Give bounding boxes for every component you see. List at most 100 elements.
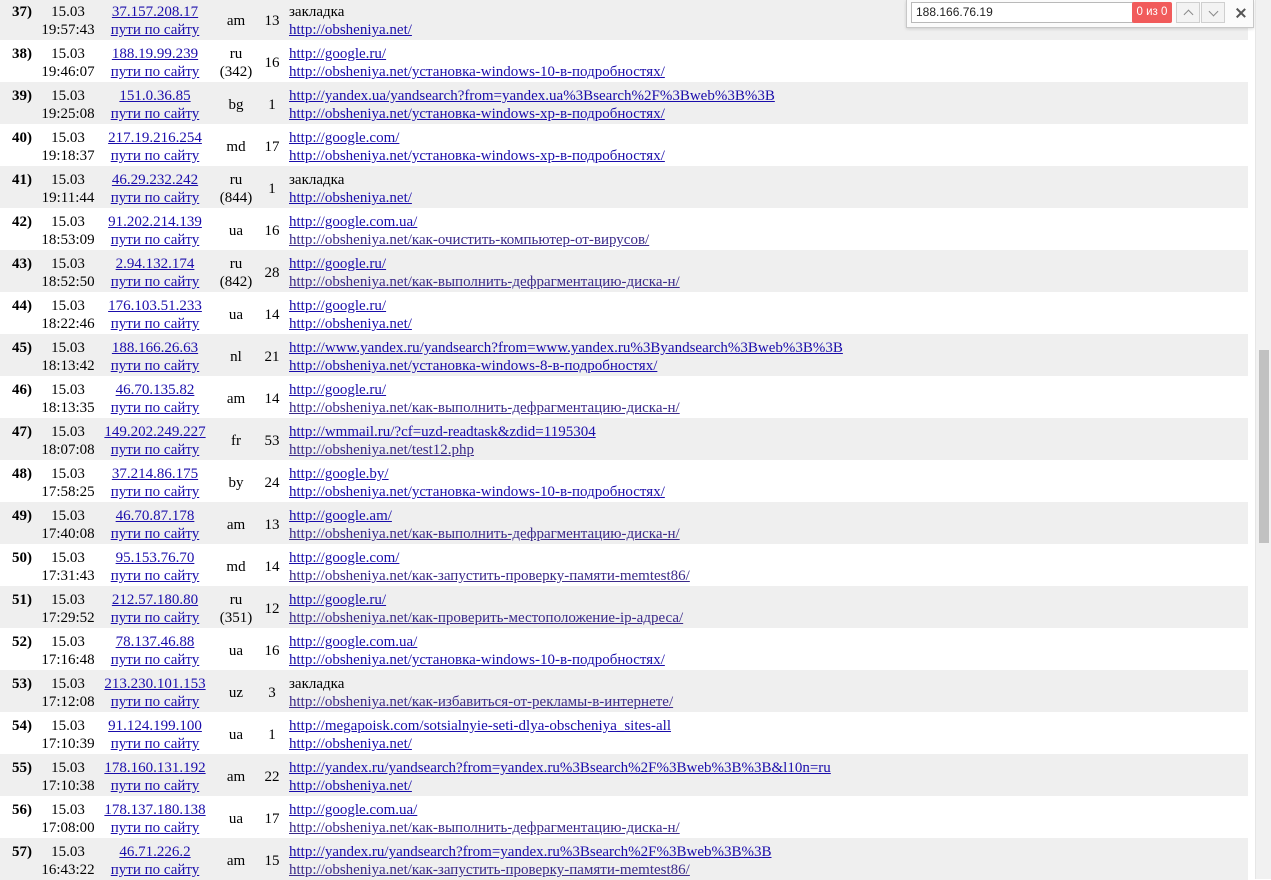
visitor-ip-link[interactable]: 46.29.232.242 [112, 172, 198, 188]
referrer-link[interactable]: http://google.com/ [289, 130, 399, 146]
site-paths-link[interactable]: пути по сайту [111, 568, 200, 584]
referrer-link[interactable]: http://google.am/ [289, 508, 392, 524]
landing-page-link[interactable]: http://obsheniya.net/ [289, 316, 412, 332]
find-previous-button[interactable] [1176, 2, 1200, 23]
table-row: 54) 15.03 17:10:39 91.124.199.100 пути п… [0, 712, 1248, 754]
vertical-scrollbar[interactable] [1255, 0, 1271, 879]
find-next-button[interactable] [1201, 2, 1225, 23]
landing-page-link[interactable]: http://obsheniya.net/ [289, 736, 412, 752]
site-paths-link[interactable]: пути по сайту [111, 106, 200, 122]
site-paths-link[interactable]: пути по сайту [111, 610, 200, 626]
visit-date: 15.03 [51, 382, 85, 398]
visitor-ip-link[interactable]: 46.70.87.178 [116, 508, 195, 524]
site-paths-link[interactable]: пути по сайту [111, 22, 200, 38]
referrer-link[interactable]: http://google.com.ua/ [289, 802, 417, 818]
site-paths-link[interactable]: пути по сайту [111, 694, 200, 710]
landing-page-link[interactable]: http://obsheniya.net/как-запустить-прове… [289, 862, 690, 878]
page-view-count: 1 [268, 181, 276, 197]
site-paths-link[interactable]: пути по сайту [111, 778, 200, 794]
referrer-link[interactable]: http://google.ru/ [289, 256, 386, 272]
site-paths-link[interactable]: пути по сайту [111, 484, 200, 500]
landing-page-link[interactable]: http://obsheniya.net/ [289, 190, 412, 206]
visitor-ip-link[interactable]: 149.202.249.227 [104, 424, 205, 440]
landing-page-link[interactable]: http://obsheniya.net/ [289, 778, 412, 794]
referrer-link[interactable]: http://google.ru/ [289, 46, 386, 62]
landing-page-link[interactable]: http://obsheniya.net/ [289, 22, 412, 38]
find-input[interactable]: 188.166.76.19 [911, 2, 1133, 23]
site-paths-link[interactable]: пути по сайту [111, 736, 200, 752]
country-code: md [226, 559, 246, 575]
landing-page-link[interactable]: http://obsheniya.net/установка-windows-1… [289, 64, 665, 80]
scrollbar-thumb[interactable] [1259, 350, 1269, 543]
landing-page-link[interactable]: http://obsheniya.net/как-выполнить-дефра… [289, 274, 680, 290]
referrer-link[interactable]: http://google.by/ [289, 466, 389, 482]
site-paths-link[interactable]: пути по сайту [111, 316, 200, 332]
visitor-ip-link[interactable]: 91.202.214.139 [108, 214, 202, 230]
site-paths-link[interactable]: пути по сайту [111, 190, 200, 206]
visitor-ip-link[interactable]: 212.57.180.80 [112, 592, 198, 608]
site-paths-link[interactable]: пути по сайту [111, 274, 200, 290]
referrer-link[interactable]: http://wmmail.ru/?cf=uzd-readtask&zdid=1… [289, 424, 596, 440]
site-paths-link[interactable]: пути по сайту [111, 442, 200, 458]
site-paths-link[interactable]: пути по сайту [111, 526, 200, 542]
visitor-ip-link[interactable]: 2.94.132.174 [116, 256, 195, 272]
site-paths-link[interactable]: пути по сайту [111, 400, 200, 416]
site-paths-link[interactable]: пути по сайту [111, 820, 200, 836]
visitor-ip-link[interactable]: 91.124.199.100 [108, 718, 202, 734]
visitor-ip-link[interactable]: 217.19.216.254 [108, 130, 202, 146]
referrer-link[interactable]: http://www.yandex.ru/yandsearch?from=www… [289, 340, 843, 356]
landing-page-link[interactable]: http://obsheniya.net/установка-windows-1… [289, 484, 665, 500]
visitor-ip-link[interactable]: 178.137.180.138 [104, 802, 205, 818]
visitor-ip-link[interactable]: 188.19.99.239 [112, 46, 198, 62]
visitor-ip-link[interactable]: 37.214.86.175 [112, 466, 198, 482]
visitor-ip-cell: 176.103.51.233 пути по сайту [99, 297, 211, 333]
find-close-button[interactable] [1229, 2, 1253, 23]
landing-page-link[interactable]: http://obsheniya.net/как-избавиться-от-р… [289, 694, 673, 710]
site-paths-link[interactable]: пути по сайту [111, 148, 200, 164]
site-paths-link[interactable]: пути по сайту [111, 358, 200, 374]
landing-page-link[interactable]: http://obsheniya.net/установка-windows-8… [289, 358, 657, 374]
country-code: uz [228, 685, 244, 701]
referrer-link[interactable]: http://google.com.ua/ [289, 214, 417, 230]
referrer-link[interactable]: http://google.com/ [289, 550, 399, 566]
referrer-link[interactable]: http://google.ru/ [289, 298, 386, 314]
visitor-ip-link[interactable]: 213.230.101.153 [104, 676, 205, 692]
referrer-link[interactable]: http://google.ru/ [289, 592, 386, 608]
site-paths-link[interactable]: пути по сайту [111, 64, 200, 80]
landing-page-link[interactable]: http://obsheniya.net/установка-windows-x… [289, 106, 665, 122]
visitor-ip-link[interactable]: 151.0.36.85 [119, 88, 190, 104]
referrer-link[interactable]: http://yandex.ua/yandsearch?from=yandex.… [289, 88, 775, 104]
visitor-ip-link[interactable]: 188.166.26.63 [112, 340, 198, 356]
visitor-ip-link[interactable]: 46.71.226.2 [119, 844, 190, 860]
visitor-ip-link[interactable]: 95.153.76.70 [116, 550, 195, 566]
landing-page-link[interactable]: http://obsheniya.net/как-запустить-прове… [289, 568, 690, 584]
landing-page-link[interactable]: http://obsheniya.net/установка-windows-x… [289, 148, 665, 164]
visitor-ip-link[interactable]: 78.137.46.88 [116, 634, 195, 650]
referrer-link[interactable]: http://google.ru/ [289, 382, 386, 398]
site-paths-link[interactable]: пути по сайту [111, 652, 200, 668]
referrer-link[interactable]: http://yandex.ru/yandsearch?from=yandex.… [289, 844, 772, 860]
landing-page-link[interactable]: http://obsheniya.net/установка-windows-1… [289, 652, 665, 668]
visitor-ip-link[interactable]: 176.103.51.233 [108, 298, 202, 314]
landing-page-link[interactable]: http://obsheniya.net/как-очистить-компью… [289, 232, 649, 248]
table-row: 51) 15.03 17:29:52 212.57.180.80 пути по… [0, 586, 1248, 628]
country-code: ua [228, 643, 244, 659]
country-cell: ru (844) [216, 171, 256, 207]
landing-page-link[interactable]: http://obsheniya.net/test12.php [289, 442, 474, 458]
row-number: 50) [12, 550, 32, 566]
visit-time: 16:43:22 [41, 862, 95, 878]
landing-page-link[interactable]: http://obsheniya.net/как-проверить-место… [289, 610, 683, 626]
site-paths-link[interactable]: пути по сайту [111, 862, 200, 878]
site-paths-link[interactable]: пути по сайту [111, 232, 200, 248]
country-code: by [228, 475, 244, 491]
referrer-link[interactable]: http://yandex.ru/yandsearch?from=yandex.… [289, 760, 831, 776]
landing-page-link[interactable]: http://obsheniya.net/как-выполнить-дефра… [289, 526, 680, 542]
visitor-ip-link[interactable]: 37.157.208.17 [112, 4, 198, 20]
referrer-link[interactable]: http://megapoisk.com/sotsialnyie-seti-dl… [289, 718, 671, 734]
referrer-link[interactable]: http://google.com.ua/ [289, 634, 417, 650]
visitor-ip-link[interactable]: 46.70.135.82 [116, 382, 195, 398]
landing-page-link[interactable]: http://obsheniya.net/как-выполнить-дефра… [289, 400, 680, 416]
landing-page-link[interactable]: http://obsheniya.net/как-выполнить-дефра… [289, 820, 680, 836]
visitor-ip-link[interactable]: 178.160.131.192 [104, 760, 205, 776]
referrer-cell: http://google.com.ua/ http://obsheniya.n… [289, 801, 680, 837]
